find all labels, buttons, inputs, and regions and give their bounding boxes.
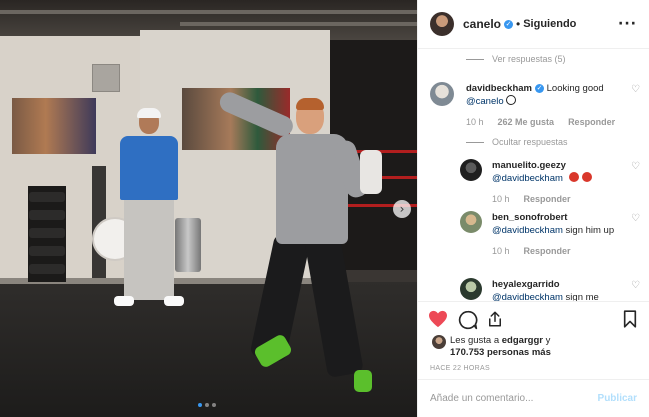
likes-count[interactable]: 170.753 personas más (450, 347, 551, 358)
chevron-right-icon: › (399, 202, 405, 216)
bookmark-icon[interactable] (623, 310, 637, 328)
reply-link[interactable]: Responder (568, 116, 615, 129)
boxer-figure (354, 370, 372, 392)
comment-time[interactable]: 10 h (466, 116, 484, 129)
comments-list[interactable]: Ver respuestas (5) davidbeckham ✓ Looking… (418, 49, 649, 301)
comment-time[interactable]: 10 h (492, 245, 510, 258)
publish-button[interactable]: Publicar (598, 393, 637, 404)
likes-summary[interactable]: Les gusta a edgarggr y 170.753 personas … (432, 335, 637, 359)
view-replies-label: Ver respuestas (5) (492, 54, 566, 64)
likes-count[interactable]: 262 Me gusta (498, 116, 555, 129)
view-replies-link[interactable]: Ver respuestas (5) (466, 54, 566, 64)
comment-text: Looking good (546, 83, 604, 94)
dumbbell-rack (28, 186, 66, 282)
carousel-dot (198, 403, 202, 407)
comment-text: sign him up (565, 225, 615, 236)
comment-mention[interactable]: @canelo (466, 96, 504, 107)
comment-username[interactable]: heyalexgarrido (492, 279, 560, 290)
share-icon[interactable] (486, 310, 504, 328)
following-button[interactable]: Siguiendo (523, 18, 576, 30)
heart-outline-icon[interactable]: ♡ (631, 213, 640, 224)
comment-username[interactable]: manuelito.geezy (492, 160, 566, 171)
ellipsis-icon[interactable]: ··· (618, 16, 637, 32)
boxer-figure (296, 98, 324, 110)
carousel-dot (205, 403, 209, 407)
likes-conjunction: y (545, 335, 551, 346)
hide-replies-link[interactable]: Ocultar respuestas (466, 137, 568, 147)
post-timestamp[interactable]: HACE 22 HORAS (430, 365, 490, 372)
heart-outline-icon[interactable]: ♡ (631, 280, 640, 291)
comment-username[interactable]: ben_sonofrobert (492, 212, 567, 223)
comment-mention[interactable]: @davidbeckham (492, 173, 563, 184)
likes-prefix: Les gusta a (450, 335, 500, 346)
ceiling-pipe (0, 10, 417, 14)
reply-link[interactable]: Responder (524, 193, 571, 206)
heart-filled-icon[interactable] (428, 310, 448, 328)
post-photo[interactable]: › (0, 0, 417, 417)
devil-emoji (581, 172, 592, 182)
author-username[interactable]: canelo (463, 17, 501, 31)
avatar[interactable] (460, 278, 482, 300)
comment-username[interactable]: davidbeckham (466, 83, 532, 94)
post-side-panel: canelo ✓ • Siguiendo ··· Ver respuestas … (417, 0, 649, 417)
verified-badge-icon: ✓ (535, 84, 544, 93)
trash-can (175, 218, 201, 272)
trainer-figure (164, 296, 184, 306)
heart-outline-icon[interactable]: ♡ (631, 84, 640, 95)
carousel-indicator (198, 403, 216, 407)
post-header: canelo ✓ • Siguiendo ··· (418, 0, 649, 49)
verified-badge-icon: ✓ (504, 19, 514, 29)
comment-mention[interactable]: @davidbeckham (492, 225, 563, 236)
trainer-figure (120, 136, 178, 200)
separator: • (516, 17, 521, 31)
trainer-figure (114, 296, 134, 306)
post-actions: Les gusta a edgarggr y 170.753 personas … (418, 301, 649, 379)
ceiling-pipe (180, 22, 417, 26)
avatar[interactable] (460, 159, 482, 181)
boxing-poster (12, 98, 96, 154)
carousel-dot (212, 403, 216, 407)
devil-emoji (568, 172, 579, 182)
electrical-box (92, 64, 120, 92)
trainer-figure (137, 108, 161, 118)
comment-time[interactable]: 10 h (492, 193, 510, 206)
soccer-ball-emoji (506, 95, 517, 105)
avatar[interactable] (460, 211, 482, 233)
heart-outline-icon[interactable]: ♡ (631, 161, 640, 172)
hide-replies-label: Ocultar respuestas (492, 137, 568, 147)
add-comment-bar: Publicar (418, 379, 649, 417)
carousel-next-button[interactable]: › (393, 200, 411, 218)
comment-text: sign me (565, 292, 599, 301)
liker-username[interactable]: edgarggr (502, 335, 543, 346)
reply-link[interactable]: Responder (524, 245, 571, 258)
comment-mention[interactable]: @davidbeckham (492, 292, 563, 301)
avatar[interactable] (430, 82, 454, 106)
boxer-figure (360, 150, 382, 194)
trainer-figure (124, 198, 174, 300)
avatar (432, 335, 446, 349)
avatar[interactable] (430, 12, 454, 36)
comment-bubble-icon[interactable] (458, 310, 478, 330)
comment-input[interactable] (430, 393, 598, 404)
